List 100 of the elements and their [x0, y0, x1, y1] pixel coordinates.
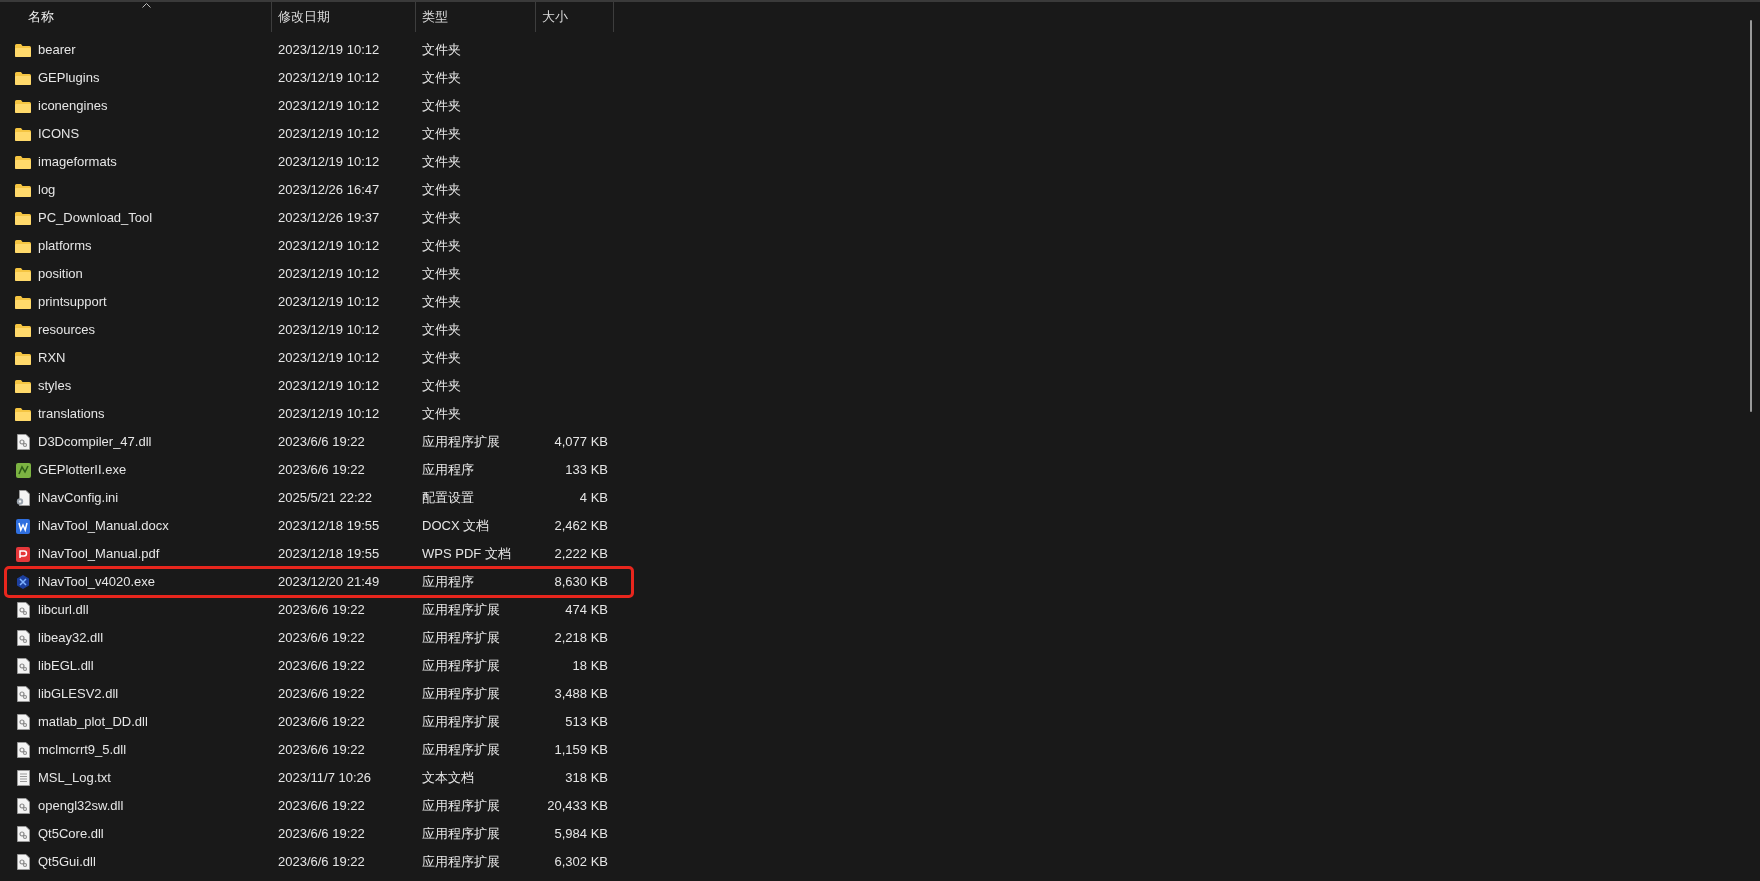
file-row[interactable]: RXN 2023/12/19 10:12 文件夹: [6, 344, 632, 372]
file-type: 应用程序扩展: [422, 630, 500, 646]
file-row[interactable]: styles 2023/12/19 10:12 文件夹: [6, 372, 632, 400]
file-name: styles: [38, 377, 72, 396]
folder-icon: [15, 379, 31, 393]
file-row[interactable]: iNavConfig.ini 2025/5/21 22:22 配置设置 4 KB: [6, 484, 632, 512]
scrollbar-thumb[interactable]: [1750, 20, 1752, 412]
file-size: 1,159 KB: [554, 741, 608, 760]
file-row[interactable]: Qt5Core.dll 2023/6/6 19:22 应用程序扩展 5,984 KB: [6, 820, 632, 848]
file-size: 20,433 KB: [547, 797, 608, 816]
folder-icon: [15, 351, 31, 365]
file-row[interactable]: libEGL.dll 2023/6/6 19:22 应用程序扩展 18 KB: [6, 652, 632, 680]
file-row[interactable]: GEPlugins 2023/12/19 10:12 文件夹: [6, 64, 632, 92]
app-icon: [15, 462, 31, 478]
file-row[interactable]: iNavTool_Manual.docx 2023/12/18 19:55 DOCX 文档 2,462 KB: [6, 512, 632, 540]
file-type: 文件夹: [422, 322, 461, 338]
app-logo-icon: [15, 574, 31, 590]
file-row[interactable]: resources 2023/12/19 10:12 文件夹: [6, 316, 632, 344]
file-row[interactable]: libGLESV2.dll 2023/6/6 19:22 应用程序扩展 3,488 KB: [6, 680, 632, 708]
folder-icon: [15, 211, 31, 225]
file-type: 文件夹: [422, 238, 461, 254]
file-row[interactable]: iNavTool_v4020.exe 2023/12/20 21:49 应用程序 8,630 KB: [6, 568, 632, 596]
file-name: iNavConfig.ini: [38, 489, 119, 508]
file-name: D3Dcompiler_47.dll: [38, 433, 152, 452]
file-row[interactable]: libcurl.dll 2023/6/6 19:22 应用程序扩展 474 KB: [6, 596, 632, 624]
file-type: 文件夹: [422, 70, 461, 86]
file-row[interactable]: printsupport 2023/12/19 10:12 文件夹: [6, 288, 632, 316]
pdf-document-icon: [16, 546, 30, 562]
file-row[interactable]: mclmcrrt9_5.dll 2023/6/6 19:22 应用程序扩展 1,159 KB: [6, 736, 632, 764]
file-type: 配置设置: [422, 490, 474, 506]
file-type: 应用程序扩展: [422, 826, 500, 842]
file-size: 4,077 KB: [554, 433, 608, 452]
gear-file-icon: [16, 686, 30, 702]
file-row[interactable]: matlab_plot_DD.dll 2023/6/6 19:22 应用程序扩展 513 KB: [6, 708, 632, 736]
file-type: 文件夹: [422, 378, 461, 394]
folder-icon: [15, 295, 31, 309]
file-name: libcurl.dll: [38, 601, 89, 620]
file-type: WPS PDF 文档: [422, 546, 511, 562]
file-row[interactable]: imageformats 2023/12/19 10:12 文件夹: [6, 148, 632, 176]
file-name: Qt5Core.dll: [38, 825, 104, 844]
gear-file-icon: [16, 630, 30, 646]
file-row[interactable]: bearer 2023/12/19 10:12 文件夹: [6, 36, 632, 64]
file-name: platforms: [38, 237, 92, 256]
file-row[interactable]: D3Dcompiler_47.dll 2023/6/6 19:22 应用程序扩展 4,077 KB: [6, 428, 632, 456]
file-size: 4 KB: [579, 489, 608, 508]
file-type: 文件夹: [422, 154, 461, 170]
file-type: 应用程序扩展: [422, 854, 500, 870]
file-row[interactable]: log 2023/12/26 16:47 文件夹: [6, 176, 632, 204]
file-name: iNavTool_Manual.docx: [38, 517, 169, 536]
file-row[interactable]: iNavTool_Manual.pdf 2023/12/18 19:55 WPS PDF 文档 2,222 KB: [6, 540, 632, 568]
file-row[interactable]: translations 2023/12/19 10:12 文件夹: [6, 400, 632, 428]
modified-date: 2023/6/6 19:22: [278, 602, 365, 618]
file-name: log: [38, 181, 56, 200]
modified-date: 2023/6/6 19:22: [278, 686, 365, 702]
file-type: 文本文档: [422, 770, 474, 786]
modified-date: 2023/6/6 19:22: [278, 658, 365, 674]
file-row[interactable]: PC_Download_Tool 2023/12/26 19:37 文件夹: [6, 204, 632, 232]
file-row[interactable]: ICONS 2023/12/19 10:12 文件夹: [6, 120, 632, 148]
file-size: 474 KB: [565, 601, 608, 620]
modified-date: 2023/12/19 10:12: [278, 322, 380, 338]
modified-date: 2023/12/19 10:12: [278, 378, 380, 394]
folder-icon: [15, 323, 31, 337]
file-type: 文件夹: [422, 126, 461, 142]
column-header[interactable]: 名称: [0, 2, 272, 32]
file-size: 2,462 KB: [554, 517, 608, 536]
file-name: position: [38, 265, 83, 284]
file-type: 应用程序扩展: [422, 686, 500, 702]
folder-icon: [15, 71, 31, 85]
file-type: 应用程序扩展: [422, 658, 500, 674]
column-header[interactable]: 大小: [536, 2, 614, 32]
text-file-icon: [16, 770, 30, 786]
file-type: 文件夹: [422, 98, 461, 114]
file-row[interactable]: platforms 2023/12/19 10:12 文件夹: [6, 232, 632, 260]
file-name: translations: [38, 405, 105, 424]
modified-date: 2023/12/19 10:12: [278, 126, 380, 142]
file-type: 文件夹: [422, 42, 461, 58]
modified-date: 2023/12/26 16:47: [278, 182, 380, 198]
modified-date: 2023/12/19 10:12: [278, 98, 380, 114]
file-row[interactable]: GEPlotterII.exe 2023/6/6 19:22 应用程序 133 KB: [6, 456, 632, 484]
file-row[interactable]: position 2023/12/19 10:12 文件夹: [6, 260, 632, 288]
file-row[interactable]: iconengines 2023/12/19 10:12 文件夹: [6, 92, 632, 120]
column-header[interactable]: 修改日期: [272, 2, 416, 32]
modified-date: 2023/12/19 10:12: [278, 70, 380, 86]
modified-date: 2023/12/18 19:55: [278, 546, 380, 562]
file-size: 3,488 KB: [554, 685, 608, 704]
modified-date: 2023/6/6 19:22: [278, 714, 365, 730]
modified-date: 2023/6/6 19:22: [278, 854, 365, 870]
gear-file-icon: [16, 714, 30, 730]
file-name: iconengines: [38, 97, 108, 116]
file-row[interactable]: opengl32sw.dll 2023/6/6 19:22 应用程序扩展 20,433 KB: [6, 792, 632, 820]
file-name: MSL_Log.txt: [38, 769, 111, 788]
file-type: DOCX 文档: [422, 518, 490, 534]
word-document-icon: [16, 518, 30, 534]
file-row[interactable]: libeay32.dll 2023/6/6 19:22 应用程序扩展 2,218 KB: [6, 624, 632, 652]
file-row[interactable]: Qt5Gui.dll 2023/6/6 19:22 应用程序扩展 6,302 KB: [6, 848, 632, 876]
file-name: GEPlotterII.exe: [38, 461, 127, 480]
file-row[interactable]: MSL_Log.txt 2023/11/7 10:26 文本文档 318 KB: [6, 764, 632, 792]
file-name: libeay32.dll: [38, 629, 104, 648]
file-type: 应用程序扩展: [422, 798, 500, 814]
column-header[interactable]: 类型: [416, 2, 536, 32]
